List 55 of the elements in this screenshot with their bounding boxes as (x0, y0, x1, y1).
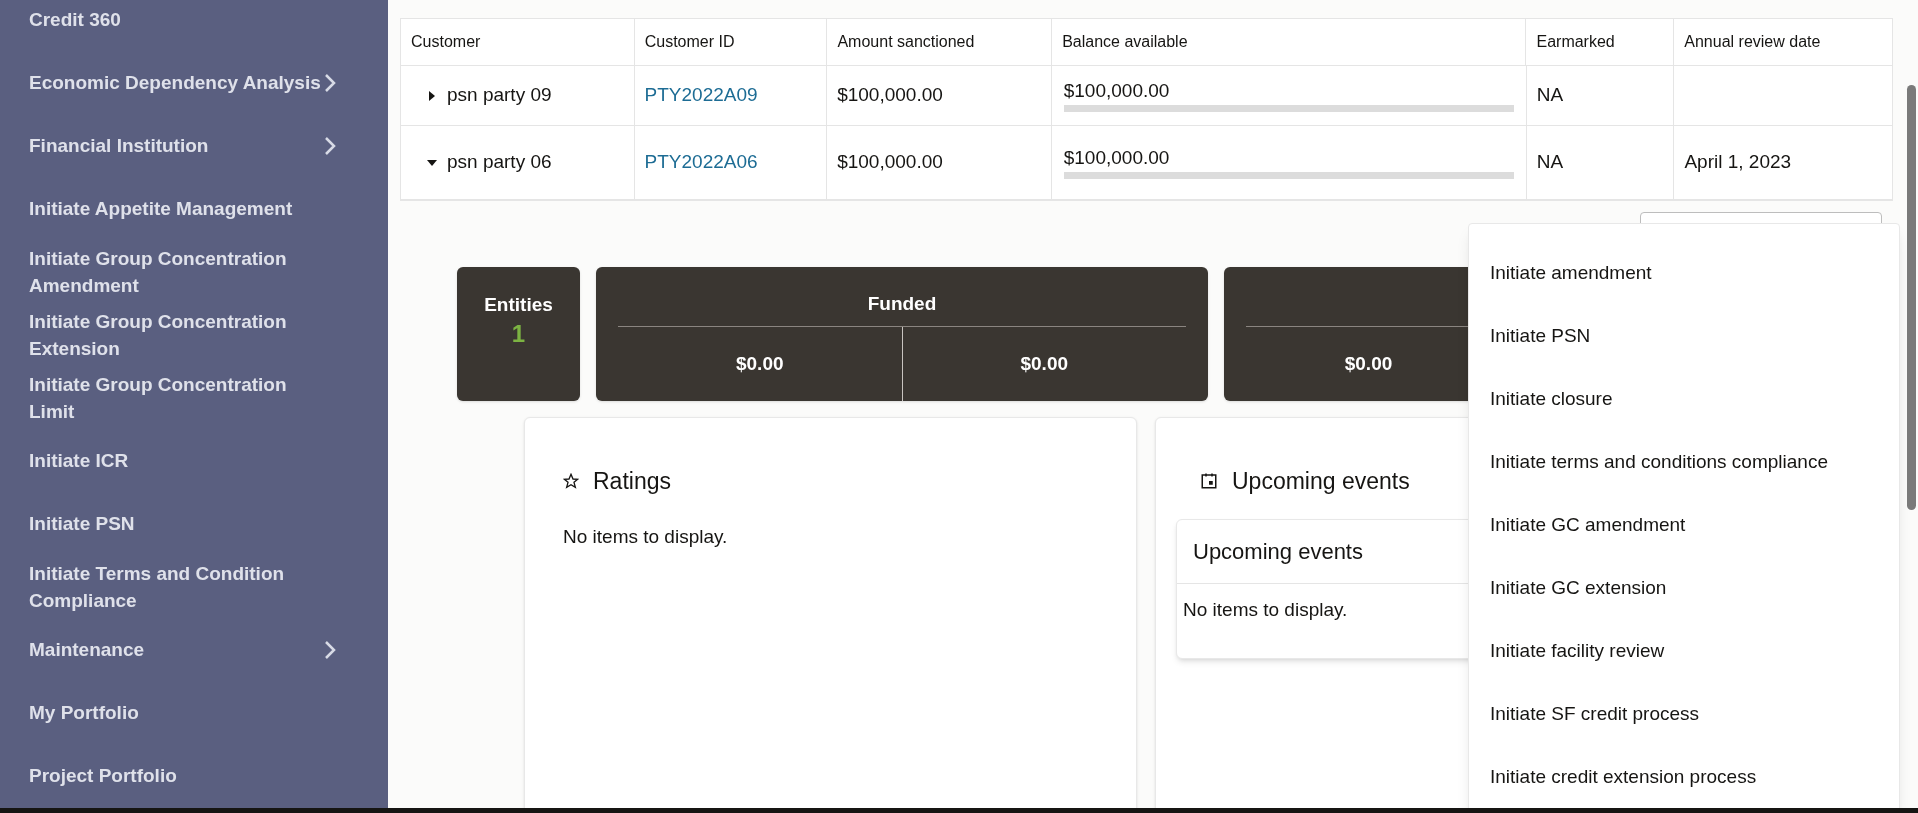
customer-id-link[interactable]: PTY2022A06 (644, 148, 758, 177)
card-value: $0.00 (735, 351, 784, 376)
sidebar-item[interactable]: Initiate Group Concentration Limit (0, 366, 388, 429)
customer-id-link[interactable]: PTY2022A09 (644, 81, 758, 110)
menu-item[interactable]: Initiate closure (1469, 368, 1899, 431)
column-header: Amount sanctioned (826, 19, 1052, 65)
table-cell-text: NA (1536, 150, 1564, 175)
column-header: Customer ID (633, 19, 827, 65)
table-cell-text: psn party 09 (447, 83, 552, 108)
sidebar-item[interactable]: Initiate Appetite Management (0, 177, 388, 240)
column-header: Customer (410, 32, 482, 52)
sidebar-item[interactable]: Initiate Group Concentration Extension (0, 303, 388, 366)
column-header: Annual review date (1673, 19, 1892, 65)
table-cell-text: April 1, 2023 (1684, 150, 1792, 175)
chevron-right-icon (324, 135, 336, 156)
sidebar-item[interactable]: Project Portfolio (0, 744, 388, 807)
sidebar-item[interactable]: My Portfolio (0, 681, 388, 744)
sidebar-item[interactable]: Maintenance (0, 618, 388, 681)
star-icon (563, 473, 579, 490)
chevron-right-icon (324, 639, 336, 660)
table-cell-text: psn party 06 (447, 150, 552, 175)
table-cell-text: $100,000.00 (837, 83, 943, 108)
calendar-icon (1200, 472, 1218, 491)
menu-item[interactable]: Initiate PSN (1469, 305, 1899, 368)
menu-item[interactable]: Initiate facility review (1469, 620, 1899, 683)
card-value: 1 (511, 319, 526, 348)
sidebar-item[interactable]: Initiate Terms and Condition Compliance (0, 555, 388, 618)
empty-message: No items to display. (563, 524, 728, 549)
panel-title: Upcoming events (1232, 467, 1410, 496)
column-header: Earmarked (1525, 19, 1674, 65)
sidebar-item[interactable]: Credit 360 (0, 0, 388, 51)
panel-title: Ratings (593, 467, 671, 496)
menu-item[interactable]: Initiate credit extension process (1469, 746, 1899, 808)
menu-item[interactable]: Initiate SF credit process (1469, 683, 1899, 746)
menu-item[interactable]: Initiate GC amendment (1469, 494, 1899, 557)
table-cell-text: NA (1536, 83, 1564, 108)
sidebar-item[interactable]: Economic Dependency Analysis (0, 51, 388, 114)
menu-item[interactable]: Initiate terms and conditions compliance (1469, 431, 1899, 494)
sidebar-item[interactable]: Initiate PSN (0, 492, 388, 555)
empty-message: No items to display. (1183, 597, 1348, 622)
card-value: $0.00 (1344, 351, 1393, 376)
sidebar-item[interactable]: Financial Institution (0, 114, 388, 177)
card-title: Funded (867, 291, 937, 316)
menu-item[interactable]: Initiate GC extension (1469, 557, 1899, 620)
card-title: Upcoming events (1193, 537, 1363, 566)
table-cell-text: $100,000.00 (1063, 79, 1171, 103)
table-cell-text: $100,000.00 (837, 150, 943, 175)
column-header: Balance available (1051, 19, 1526, 65)
card-title: Entities (484, 293, 553, 317)
chevron-right-icon (324, 72, 336, 93)
card-value: $0.00 (1020, 351, 1068, 376)
menu-item[interactable]: Initiate amendment (1469, 242, 1899, 305)
sidebar-item[interactable]: Initiate ICR (0, 429, 388, 492)
sidebar-item[interactable]: Initiate Group Concentration Amendment (0, 240, 388, 303)
table-cell-text: $100,000.00 (1063, 146, 1171, 170)
